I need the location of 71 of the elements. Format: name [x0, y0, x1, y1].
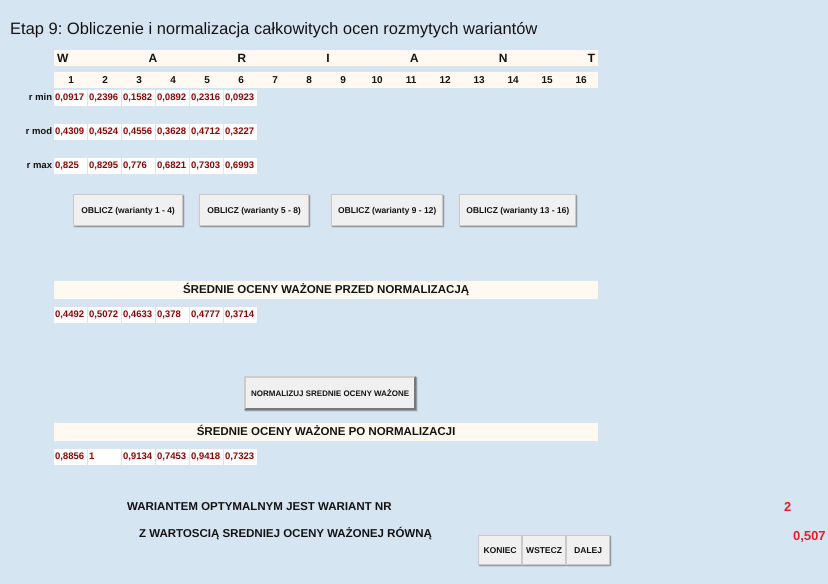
header-letter: A	[148, 51, 158, 65]
normalize-button[interactable]: NORMALIZUJ SREDNIE OCENY WAŻONE	[244, 376, 416, 410]
value-cell: 0,1582	[122, 90, 155, 106]
row-label: r max	[26, 160, 53, 171]
row-label: r min	[28, 92, 53, 103]
column-number: 1	[67, 74, 75, 86]
value-cell: 0,4633	[122, 306, 155, 322]
calculate-button[interactable]: OBLICZ (warianty 5 - 8)	[199, 194, 309, 226]
row-label: r mod	[24, 126, 53, 137]
column-number: 11	[404, 74, 418, 86]
value-cell: 0,4556	[122, 124, 155, 140]
value-cell: 0,0892	[156, 90, 189, 106]
calculate-button[interactable]: OBLICZ (warianty 9 - 12)	[331, 194, 444, 226]
column-number: 10	[370, 74, 384, 86]
column-number: 7	[271, 74, 279, 86]
value-cell: 0,0923	[224, 90, 257, 106]
value-cell: 0,5072	[88, 306, 121, 322]
value-cell: 0,776	[122, 158, 155, 174]
page-title: Etap 9: Obliczenie i normalizacja całkowitych ocen rozmytych wariantów	[9, 19, 538, 40]
calculate-button[interactable]: OBLICZ (warianty 13 - 16)	[459, 194, 576, 226]
calculate-button[interactable]: OBLICZ (warianty 1 - 4)	[73, 194, 183, 226]
value-cell: 0,6821	[156, 158, 189, 174]
value-cell: 0,4524	[88, 124, 121, 140]
value-cell: 0,6993	[224, 158, 257, 174]
column-number: 5	[203, 74, 211, 86]
result-value: 0,507	[793, 527, 826, 543]
result-label: Z WARTOSCIĄ SREDNIEJ OCENY WAŻONEJ RÓWNĄ	[139, 526, 432, 540]
column-number: 2	[101, 74, 109, 86]
header-letter: A	[410, 51, 418, 65]
value-cell: 0,2316	[190, 90, 223, 106]
column-number: 9	[339, 74, 347, 86]
value-cell: 0,4309	[54, 124, 87, 140]
column-number: 16	[574, 74, 588, 86]
result-value: 2	[784, 499, 792, 514]
value-cell: 0,8295	[88, 158, 121, 174]
value-cell: 0,3628	[156, 124, 189, 140]
column-number: 6	[237, 74, 245, 86]
value-cell: 0,8856	[54, 448, 87, 464]
column-number: 4	[169, 74, 177, 86]
section-heading: ŚREDNIE OCENY WAŻONE PRZED NORMALIZACJĄ	[54, 281, 598, 299]
value-cell: 0,378	[156, 306, 189, 322]
column-number: 15	[540, 74, 554, 86]
header-letter: T	[588, 51, 595, 65]
value-cell: 0,3227	[224, 124, 257, 140]
value-cell: 0,825	[54, 158, 87, 174]
value-cell: 0,3714	[224, 306, 257, 322]
nav-button[interactable]: WSTECZ	[522, 535, 566, 565]
result-label: WARIANTEM OPTYMALNYM JEST WARIANT NR	[127, 500, 392, 512]
header-letter: R	[237, 51, 246, 65]
value-cell: 0,2396	[88, 90, 121, 106]
column-number: 3	[135, 74, 143, 86]
value-cell: 0,9418	[190, 448, 223, 464]
value-cell: 1	[88, 448, 121, 464]
column-number: 14	[506, 74, 520, 86]
header-letter: I	[326, 51, 330, 65]
nav-button[interactable]: DALEJ	[566, 535, 610, 565]
column-number: 13	[472, 74, 486, 86]
column-number: 8	[305, 74, 313, 86]
column-number: 12	[438, 74, 452, 86]
value-cell: 0,0917	[54, 90, 87, 106]
value-cell: 0,9134	[122, 448, 155, 464]
value-cell: 0,4492	[54, 306, 87, 322]
header-letter: N	[498, 51, 508, 65]
value-cell: 0,4712	[190, 124, 223, 140]
value-cell: 0,4777	[190, 306, 223, 322]
value-cell: 0,7453	[156, 448, 189, 464]
nav-button[interactable]: KONIEC	[478, 535, 522, 565]
value-cell: 0,7303	[190, 158, 223, 174]
value-cell: 0,7323	[224, 448, 257, 464]
section-heading: ŚREDNIE OCENY WAŻONE PO NORMALIZACJI	[54, 423, 598, 441]
header-letter: W	[57, 51, 68, 65]
